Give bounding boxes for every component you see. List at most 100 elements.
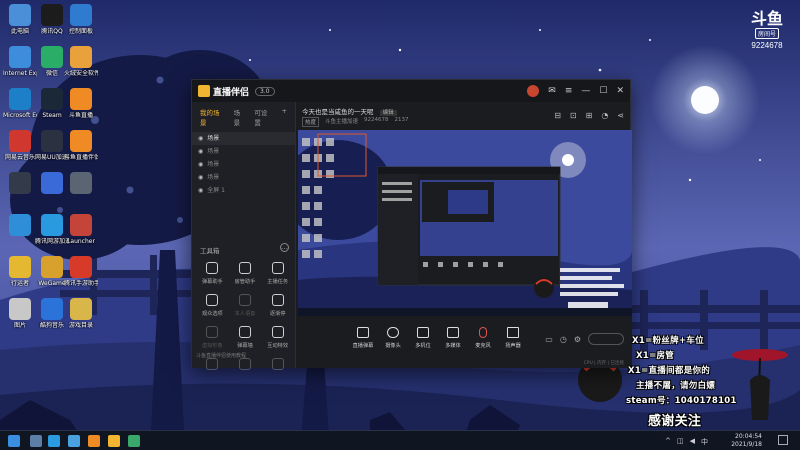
- toolbox-item[interactable]: 观众选项: [196, 294, 229, 318]
- desktop-icon[interactable]: [3, 214, 37, 238]
- store-icon[interactable]: ⊟: [554, 111, 561, 120]
- wegame-icon: [41, 256, 63, 278]
- toolbox-item[interactable]: 房管助手: [229, 262, 262, 286]
- scene-item[interactable]: ◉ 全屏 1: [192, 184, 295, 197]
- toolbox-item[interactable]: 本人语音: [229, 294, 262, 318]
- mail-icon[interactable]: ✉: [548, 86, 556, 96]
- version-badge[interactable]: 3.0: [255, 86, 275, 96]
- desktop-icon[interactable]: 图片: [3, 298, 37, 329]
- eye-icon[interactable]: ◉: [198, 184, 203, 197]
- tool-icon: [238, 358, 251, 370]
- tab-scenes[interactable]: 场景: [234, 107, 247, 127]
- ime-icon[interactable]: 中: [701, 437, 708, 447]
- edit-title-button[interactable]: 编辑: [379, 110, 397, 116]
- multi-camera-button[interactable]: 多机位: [408, 327, 438, 350]
- volume-icon[interactable]: ◀: [690, 437, 695, 447]
- lock-icon[interactable]: ⊡: [570, 111, 577, 120]
- edge-taskbar-icon[interactable]: [48, 435, 60, 447]
- danmaku-button[interactable]: 直播弹幕: [348, 327, 378, 350]
- start-live-button[interactable]: [588, 333, 624, 345]
- minimize-icon[interactable]: —: [581, 86, 590, 96]
- eye-icon[interactable]: ◉: [198, 158, 203, 171]
- windows-start-icon[interactable]: [8, 435, 20, 447]
- speaker-label: 扬声器: [505, 343, 521, 349]
- bell-icon[interactable]: ◔: [601, 111, 608, 120]
- menu-icon[interactable]: ≡: [565, 86, 573, 96]
- chevron-up-icon[interactable]: ^: [665, 437, 671, 447]
- scene-item[interactable]: ◉ 场景: [192, 158, 295, 171]
- scene-list: ◉ 场景 ◉ 场景 ◉ 场景 ◉ 场景 ◉ 全屏 1: [192, 132, 295, 197]
- tab-settings[interactable]: 可设置: [254, 107, 273, 127]
- tab-my-scenes[interactable]: 我的场景: [200, 107, 226, 127]
- toolbox-item[interactable]: [196, 358, 229, 372]
- stream-preview[interactable]: [298, 130, 632, 316]
- douyu-taskbar-icon[interactable]: [88, 435, 100, 447]
- room-number-badge: 斗鱼 房间号 9224678: [744, 10, 790, 51]
- desktop-icon[interactable]: [3, 172, 37, 196]
- companion-taskbar-icon[interactable]: [108, 435, 120, 447]
- room-number: 9224678: [751, 41, 783, 50]
- wechat-taskbar-icon[interactable]: [128, 435, 140, 447]
- speaker-button[interactable]: 扬声器: [498, 327, 528, 350]
- network-icon[interactable]: ◫: [677, 437, 684, 447]
- notification-icon[interactable]: [778, 435, 788, 445]
- computer-icon: [9, 4, 31, 26]
- toolbox-more-icon[interactable]: …: [280, 243, 289, 252]
- maximize-icon[interactable]: ☐: [599, 86, 607, 96]
- toolbox-item[interactable]: 虚拟形象: [196, 326, 229, 350]
- scene-item[interactable]: ◉ 场景: [192, 145, 295, 158]
- tool-label: 互动特效: [267, 343, 289, 349]
- desktop-icon[interactable]: Microsoft Edge: [3, 88, 37, 119]
- close-icon[interactable]: ✕: [616, 86, 624, 96]
- share-icon[interactable]: ⋖: [617, 111, 624, 120]
- desktop-icon-label: 游戏目录: [68, 322, 93, 329]
- toolbox-title: 工具箱: [200, 247, 220, 255]
- settings-icon[interactable]: ⚙: [574, 335, 581, 344]
- eye-icon[interactable]: ◉: [198, 132, 203, 145]
- desktop-icon[interactable]: Internet Explorer: [3, 46, 37, 77]
- desktop-icon[interactable]: 斗鱼直播伴侣: [64, 130, 98, 161]
- user-avatar[interactable]: [527, 85, 540, 97]
- tool-icon: [70, 172, 92, 194]
- tool-icon: [238, 326, 251, 338]
- desktop-icon-label: 斗鱼直播: [68, 112, 93, 119]
- desktop-icon[interactable]: 腾讯手游助手: [64, 256, 98, 287]
- desktop-icon[interactable]: 此电脑: [3, 4, 37, 35]
- desktop-icon[interactable]: Launcher: [64, 214, 98, 245]
- media-label: 多媒体: [445, 343, 461, 349]
- desktop-icon[interactable]: [64, 172, 98, 196]
- desktop-icon-label: 火绒安全软件: [64, 70, 98, 77]
- desktop-icon[interactable]: 行运者: [3, 256, 37, 287]
- desktop-icon[interactable]: 控制面板: [64, 4, 98, 35]
- taskbar-clock[interactable]: 20:04:54 2021/9/18: [731, 433, 762, 449]
- tool-label: 房管助手: [234, 279, 256, 285]
- timer-icon[interactable]: ◷: [560, 335, 567, 344]
- gift-icon[interactable]: ⊞: [586, 111, 593, 120]
- desktop-icon[interactable]: 火绒安全软件: [64, 46, 98, 77]
- desktop-icon[interactable]: 斗鱼直播: [64, 88, 98, 119]
- toolbox-item[interactable]: 逐渐停: [261, 294, 294, 318]
- window-titlebar[interactable]: 直播伴侣 3.0 ✉ ≡ — ☐ ✕: [192, 80, 630, 102]
- desktop-icon-label: 此电脑: [10, 28, 29, 35]
- media-button[interactable]: 多媒体: [438, 327, 468, 350]
- camera-button[interactable]: 摄像头: [378, 327, 408, 350]
- toolbox-item[interactable]: 弹幕助手: [196, 262, 229, 286]
- steam-taskbar-icon[interactable]: [30, 435, 42, 447]
- scene-item[interactable]: ◉ 场景: [192, 171, 295, 184]
- desktop-icon[interactable]: 游戏目录: [64, 298, 98, 329]
- microphone-button[interactable]: 麦克风: [468, 327, 498, 350]
- add-scene-icon[interactable]: +: [282, 107, 287, 127]
- toolbox-item[interactable]: [229, 358, 262, 372]
- scene-tabs: 我的场景 场景 可设置 +: [192, 102, 295, 132]
- toolbox-item[interactable]: [261, 358, 294, 372]
- scene-item[interactable]: ◉ 场景: [192, 132, 295, 145]
- qq-taskbar-icon[interactable]: [68, 435, 80, 447]
- eye-icon[interactable]: ◉: [198, 171, 203, 184]
- toolbox-item[interactable]: 主播任务: [261, 262, 294, 286]
- tutorial-link[interactable]: 斗鱼直播伴侣使用教程: [196, 352, 246, 359]
- toolbox-item[interactable]: 弹幕墙: [229, 326, 262, 350]
- record-icon[interactable]: ▭: [545, 335, 553, 344]
- desktop-icon[interactable]: 网易云音乐: [3, 130, 37, 161]
- toolbox-item[interactable]: 互动特效: [261, 326, 294, 350]
- eye-icon[interactable]: ◉: [198, 145, 203, 158]
